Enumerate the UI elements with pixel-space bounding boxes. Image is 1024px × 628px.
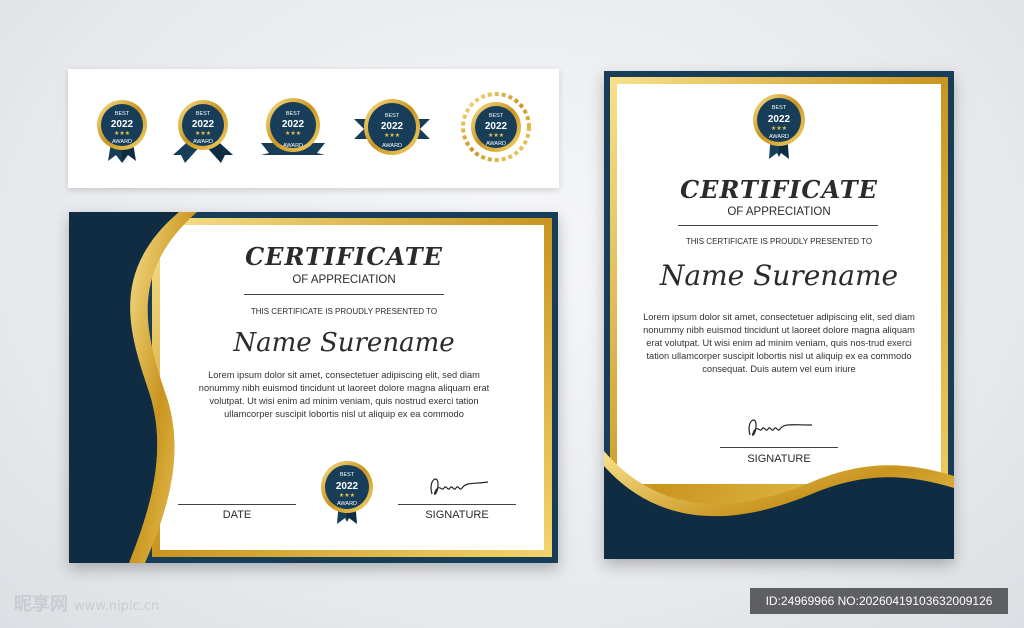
date-line [178,504,296,505]
award-badge-4: BEST 2022 ★★★ AWARD [354,99,430,155]
signature-label-portrait: SIGNATURE [747,453,811,465]
svg-text:AWARD: AWARD [769,134,789,140]
svg-text:★★★: ★★★ [384,132,400,139]
award-seal: BEST 2022 ★★★ AWARD [321,461,373,524]
recipient-name: Name Surename [233,328,455,358]
svg-text:2022: 2022 [768,114,791,125]
signature-scribble [430,478,489,495]
svg-text:BEST: BEST [385,113,400,119]
certificate-title-portrait: CERTIFICATE [680,175,878,204]
certificate-subtitle: OF APPRECIATION [292,274,396,286]
certificate-body: Lorem ipsum dolor sit amet, consectetuer… [198,370,490,419]
presented-to-text-portrait: THIS CERTIFICATE IS PROUDLY PRESENTED TO [685,237,873,246]
image-id-label: ID:24969966 NO:20260419103632009126 [750,588,1008,614]
badge-set: BEST 2022 ★★★ AWARD BEST 2022 ★★★ AWARD … [97,92,531,163]
certificate-body-portrait: Lorem ipsum dolor sit amet, consectetuer… [643,312,915,374]
svg-text:2022: 2022 [485,121,508,132]
award-badge-5: BEST 2022 ★★★ AWARD [461,92,531,162]
svg-text:AWARD: AWARD [112,139,132,145]
certificate-landscape: CERTIFICATE OF APPRECIATION THIS CERTIFI… [69,212,558,563]
site-url: www.nipic.cn [74,599,160,614]
certificate-portrait: BEST 2022 ★★★ AWARD CERTIFICATE OF APPRE… [604,71,954,559]
svg-text:BEST: BEST [115,111,130,117]
award-badge-2: BEST 2022 ★★★ AWARD [173,100,233,163]
signature-line-portrait [720,447,838,448]
svg-text:AWARD: AWARD [382,143,402,149]
svg-text:★★★: ★★★ [195,130,211,137]
svg-text:AWARD: AWARD [486,141,506,147]
svg-text:★★★: ★★★ [339,492,355,499]
svg-text:AWARD: AWARD [337,501,357,507]
date-label: DATE [222,509,252,521]
badge-strip: BEST 2022 ★★★ AWARD BEST 2022 ★★★ AWARD … [68,69,559,188]
svg-text:BEST: BEST [772,105,787,111]
signature-line [398,504,516,505]
svg-text:2022: 2022 [282,119,305,130]
svg-text:★★★: ★★★ [771,125,787,132]
svg-text:2022: 2022 [111,119,134,130]
award-badge-3: BEST 2022 ★★★ AWARD [261,98,325,155]
award-badge-1: BEST 2022 ★★★ AWARD [97,100,147,163]
svg-text:2022: 2022 [381,121,404,132]
certificate-title: CERTIFICATE [245,242,443,271]
recipient-name-portrait: Name Surename [659,259,899,292]
svg-text:2022: 2022 [192,119,215,130]
svg-text:2022: 2022 [336,481,359,492]
svg-text:★★★: ★★★ [488,132,504,139]
award-seal-portrait: BEST 2022 ★★★ AWARD [753,94,805,159]
site-name: 昵享网 [14,594,68,615]
title-divider [244,294,444,295]
signature-scribble-portrait [748,419,813,436]
certificate-subtitle-portrait: OF APPRECIATION [727,206,831,218]
svg-text:BEST: BEST [340,472,355,478]
title-divider-portrait [678,225,878,226]
svg-text:★★★: ★★★ [114,130,130,137]
presented-to-text: THIS CERTIFICATE IS PROUDLY PRESENTED TO [250,307,438,316]
site-watermark: 昵享网 www.nipic.cn [14,590,159,616]
canvas: BEST 2022 ★★★ AWARD BEST 2022 ★★★ AWARD … [0,0,1024,628]
svg-text:★★★: ★★★ [285,130,301,137]
svg-text:AWARD: AWARD [283,143,303,149]
svg-text:AWARD: AWARD [193,139,213,145]
svg-text:BEST: BEST [286,111,301,117]
svg-text:BEST: BEST [489,113,504,119]
svg-text:BEST: BEST [196,111,211,117]
signature-label: SIGNATURE [425,509,489,521]
